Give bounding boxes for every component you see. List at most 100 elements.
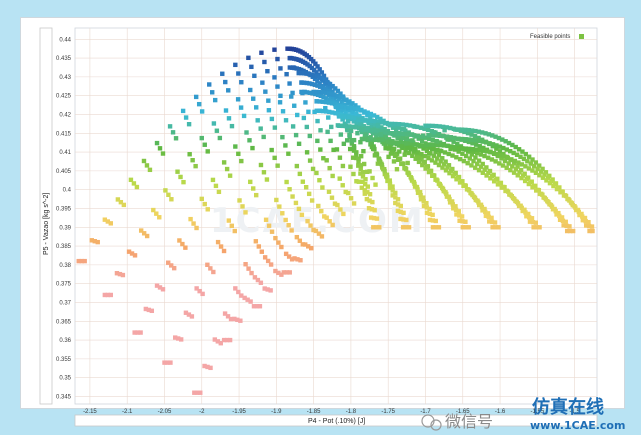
data-point <box>461 158 467 164</box>
data-point <box>407 145 413 150</box>
data-point <box>272 47 277 52</box>
data-point <box>402 152 407 157</box>
data-point <box>324 158 329 163</box>
data-point <box>211 269 216 275</box>
data-point <box>283 143 288 148</box>
data-point <box>274 197 279 203</box>
data-point <box>248 299 253 304</box>
data-point <box>257 304 263 309</box>
data-point <box>526 211 531 217</box>
data-point <box>181 179 186 185</box>
data-point <box>318 147 323 152</box>
data-point <box>273 235 278 241</box>
data-point <box>226 116 232 121</box>
data-point <box>344 138 350 143</box>
data-point <box>275 84 280 89</box>
x-tick-label: -1.95 <box>232 409 246 415</box>
data-point <box>232 228 237 234</box>
data-point <box>205 207 210 212</box>
data-point <box>404 136 410 141</box>
data-point <box>258 162 264 168</box>
data-point <box>298 258 303 263</box>
data-point <box>211 121 217 126</box>
data-point <box>280 109 286 114</box>
data-point <box>236 71 241 76</box>
data-point <box>378 132 384 137</box>
data-point <box>250 145 255 151</box>
data-point <box>345 190 351 196</box>
y-tick-label: 0.415 <box>56 131 72 137</box>
data-point <box>411 179 417 185</box>
data-point <box>277 100 283 105</box>
data-point <box>356 179 362 184</box>
data-point <box>355 130 360 136</box>
data-point <box>210 90 215 95</box>
data-point <box>545 198 550 204</box>
data-point <box>305 218 310 224</box>
data-point <box>95 239 100 245</box>
data-point <box>258 126 263 131</box>
data-point <box>421 195 426 200</box>
data-point <box>277 204 282 209</box>
data-point <box>430 212 435 218</box>
data-point <box>154 140 160 146</box>
data-point <box>262 59 267 65</box>
data-point <box>272 75 277 80</box>
data-point <box>556 210 561 216</box>
data-point <box>200 291 205 297</box>
data-point <box>572 203 577 209</box>
data-point <box>476 167 482 173</box>
data-point <box>120 272 126 278</box>
data-point <box>453 204 458 209</box>
data-point <box>286 222 291 228</box>
data-point <box>372 153 378 158</box>
data-point <box>325 129 330 135</box>
data-point <box>427 206 432 212</box>
y-tick-label: 0.345 <box>56 394 72 400</box>
data-point <box>275 56 280 62</box>
data-point <box>183 115 189 120</box>
x-tick-label: -2.15 <box>83 409 97 415</box>
data-point <box>226 218 232 223</box>
data-point <box>297 171 303 177</box>
data-point <box>374 216 380 221</box>
data-point <box>303 100 308 105</box>
data-point <box>529 216 535 221</box>
y-axis-title: P5 - Vazao [kg s^-2] <box>43 193 50 255</box>
data-point <box>310 166 316 172</box>
data-point <box>469 163 474 168</box>
data-point <box>367 169 372 174</box>
data-point <box>287 187 292 192</box>
data-point <box>220 71 225 76</box>
data-point <box>485 211 491 216</box>
data-point <box>189 314 195 319</box>
data-point <box>347 132 352 137</box>
data-point <box>205 149 210 154</box>
data-point <box>290 194 295 199</box>
data-point <box>413 146 418 152</box>
data-point <box>393 190 398 196</box>
data-point <box>347 146 353 152</box>
data-point <box>383 145 388 151</box>
data-point <box>280 134 285 140</box>
data-point <box>287 81 292 86</box>
data-point <box>221 248 227 254</box>
data-point <box>229 223 234 229</box>
data-point <box>223 108 229 113</box>
data-point <box>304 124 310 130</box>
data-point <box>236 151 241 157</box>
data-point <box>484 173 489 178</box>
data-point <box>420 133 426 138</box>
brand-url: www.1CAE.com <box>530 419 625 432</box>
data-point <box>405 160 410 166</box>
data-point <box>272 155 277 161</box>
data-point <box>249 64 254 70</box>
data-point <box>296 206 302 212</box>
data-point <box>417 190 423 195</box>
data-point <box>314 170 319 176</box>
data-point <box>269 147 274 153</box>
data-point <box>239 158 244 164</box>
data-point <box>293 132 299 138</box>
data-point <box>590 228 595 234</box>
data-point <box>266 108 272 113</box>
